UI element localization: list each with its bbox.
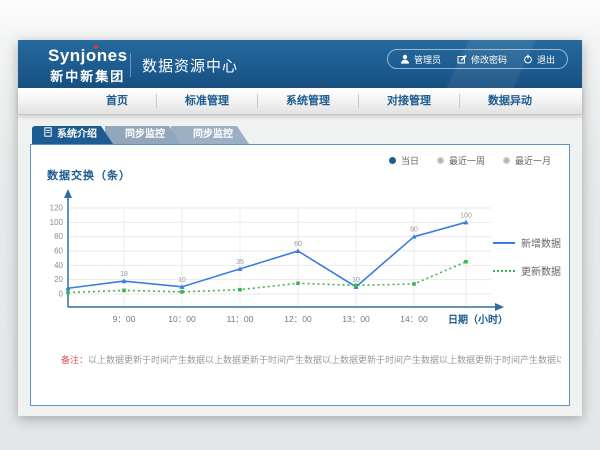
tab-bar: 系统介绍 同步监控 同步监控 [32,126,249,144]
header-divider [130,53,131,77]
x-tick-label: 14：00 [400,314,428,324]
tab-sync-monitor-2[interactable]: 同步监控 [171,126,249,144]
data-point-label: 100 [460,212,472,219]
filter-last-month[interactable]: 最近一月 [503,154,551,167]
data-point-label: 10 [178,277,186,284]
radio-icon [503,157,510,164]
document-icon [44,126,52,144]
data-point-label: 10 [352,277,360,284]
x-tick-label: 13：00 [342,314,370,324]
x-tick-label: 10：00 [168,314,196,324]
y-tick-label: 20 [54,275,63,284]
admin-label: 管理员 [414,53,441,66]
legend-item-update-data: 更新数据 [493,263,561,278]
nav-item-standard-management[interactable]: 标准管理 [157,94,258,108]
nav-item-system-management[interactable]: 系统管理 [258,94,359,108]
x-tick-label: 9：00 [113,314,136,324]
tab-label: 同步监控 [193,126,233,144]
x-tick-label: 12：00 [284,314,312,324]
y-tick-label: 120 [50,204,64,213]
data-point [66,291,70,295]
app-title: 数据资源中心 [142,55,238,76]
edit-icon [457,54,467,64]
main-nav: 首页 标准管理 系统管理 对接管理 数据异动 [18,88,582,115]
line-chart: 0 20 40 60 80 100 120 9：00 10：00 11：00 12：00 13：00 1… [46,183,546,333]
y-tick-label: 60 [54,247,63,256]
data-point [238,288,242,292]
data-point [412,282,416,286]
x-axis-title: 日期（小时） [448,313,508,326]
y-tick-label: 40 [54,261,63,270]
data-point [122,289,126,293]
admin-menu[interactable]: 管理员 [400,53,441,66]
logo-text-en: Synjones [48,46,128,66]
tab-label: 同步监控 [125,126,165,144]
logout-label: 退出 [537,53,555,66]
data-point-label: 35 [236,259,244,266]
y-tick-label: 80 [54,232,63,241]
company-logo: Synjones 新中新集团 [48,46,128,85]
tab-sync-monitor-1[interactable]: 同步监控 [105,126,181,144]
chart-legend: 新增数据 更新数据 [493,235,561,278]
logout-button[interactable]: 退出 [523,53,555,66]
filter-today[interactable]: 当日 [389,154,419,167]
content-panel: 当日 最近一周 最近一月 数据交换（条） 0 20 40 60 80 100 120 9：00… [30,144,570,406]
footnote-prefix: 备注： [61,355,88,365]
tab-system-intro[interactable]: 系统介绍 [32,126,113,144]
x-axis-arrow-icon [495,303,504,311]
nav-item-data-change[interactable]: 数据异动 [460,94,560,108]
change-password-label: 修改密码 [471,53,507,66]
data-point [180,290,184,294]
filter-label: 最近一周 [449,154,485,167]
filter-last-week[interactable]: 最近一周 [437,154,485,167]
data-point-label: 18 [120,271,128,278]
y-tick-label: 100 [50,218,64,227]
filter-label: 当日 [401,154,419,167]
data-point-label: 60 [294,241,302,248]
series-line-0 [68,222,466,288]
legend-item-new-data: 新增数据 [493,235,561,250]
change-password-button[interactable]: 修改密码 [457,53,507,66]
solid-line-swatch [493,242,515,244]
y-axis-title: 数据交换（条） [47,167,131,183]
legend-label: 新增数据 [521,235,561,250]
radio-icon [389,157,396,164]
tab-label: 系统介绍 [57,126,97,144]
data-point-label: 80 [410,227,418,234]
y-axis-arrow-icon [64,189,72,198]
user-toolbar: 管理员 修改密码 退出 [387,49,568,69]
time-range-filters: 当日 最近一周 最近一月 [389,154,551,167]
data-point [354,284,358,288]
app-window: Synjones 新中新集团 数据资源中心 管理员 修改密码 [18,40,582,416]
logo-text-cn: 新中新集团 [48,66,128,85]
y-tick-label: 0 [59,290,64,299]
power-icon [523,54,533,64]
user-icon [400,54,410,64]
radio-icon [437,157,444,164]
nav-item-home[interactable]: 首页 [78,94,157,108]
x-tick-label: 11：00 [227,314,254,324]
footnote: 备注：以上数据更新于时间产生数据以上数据更新于时间产生数据以上数据更新于时间产生… [61,353,561,366]
legend-label: 更新数据 [521,263,561,278]
dotted-line-swatch [493,270,515,272]
data-point [464,260,468,264]
filter-label: 最近一月 [515,154,551,167]
footnote-text: 以上数据更新于时间产生数据以上数据更新于时间产生数据以上数据更新于时间产生数据以… [88,355,561,365]
data-point [296,281,300,285]
nav-item-connection-management[interactable]: 对接管理 [359,94,460,108]
header: Synjones 新中新集团 数据资源中心 管理员 修改密码 [18,40,582,88]
